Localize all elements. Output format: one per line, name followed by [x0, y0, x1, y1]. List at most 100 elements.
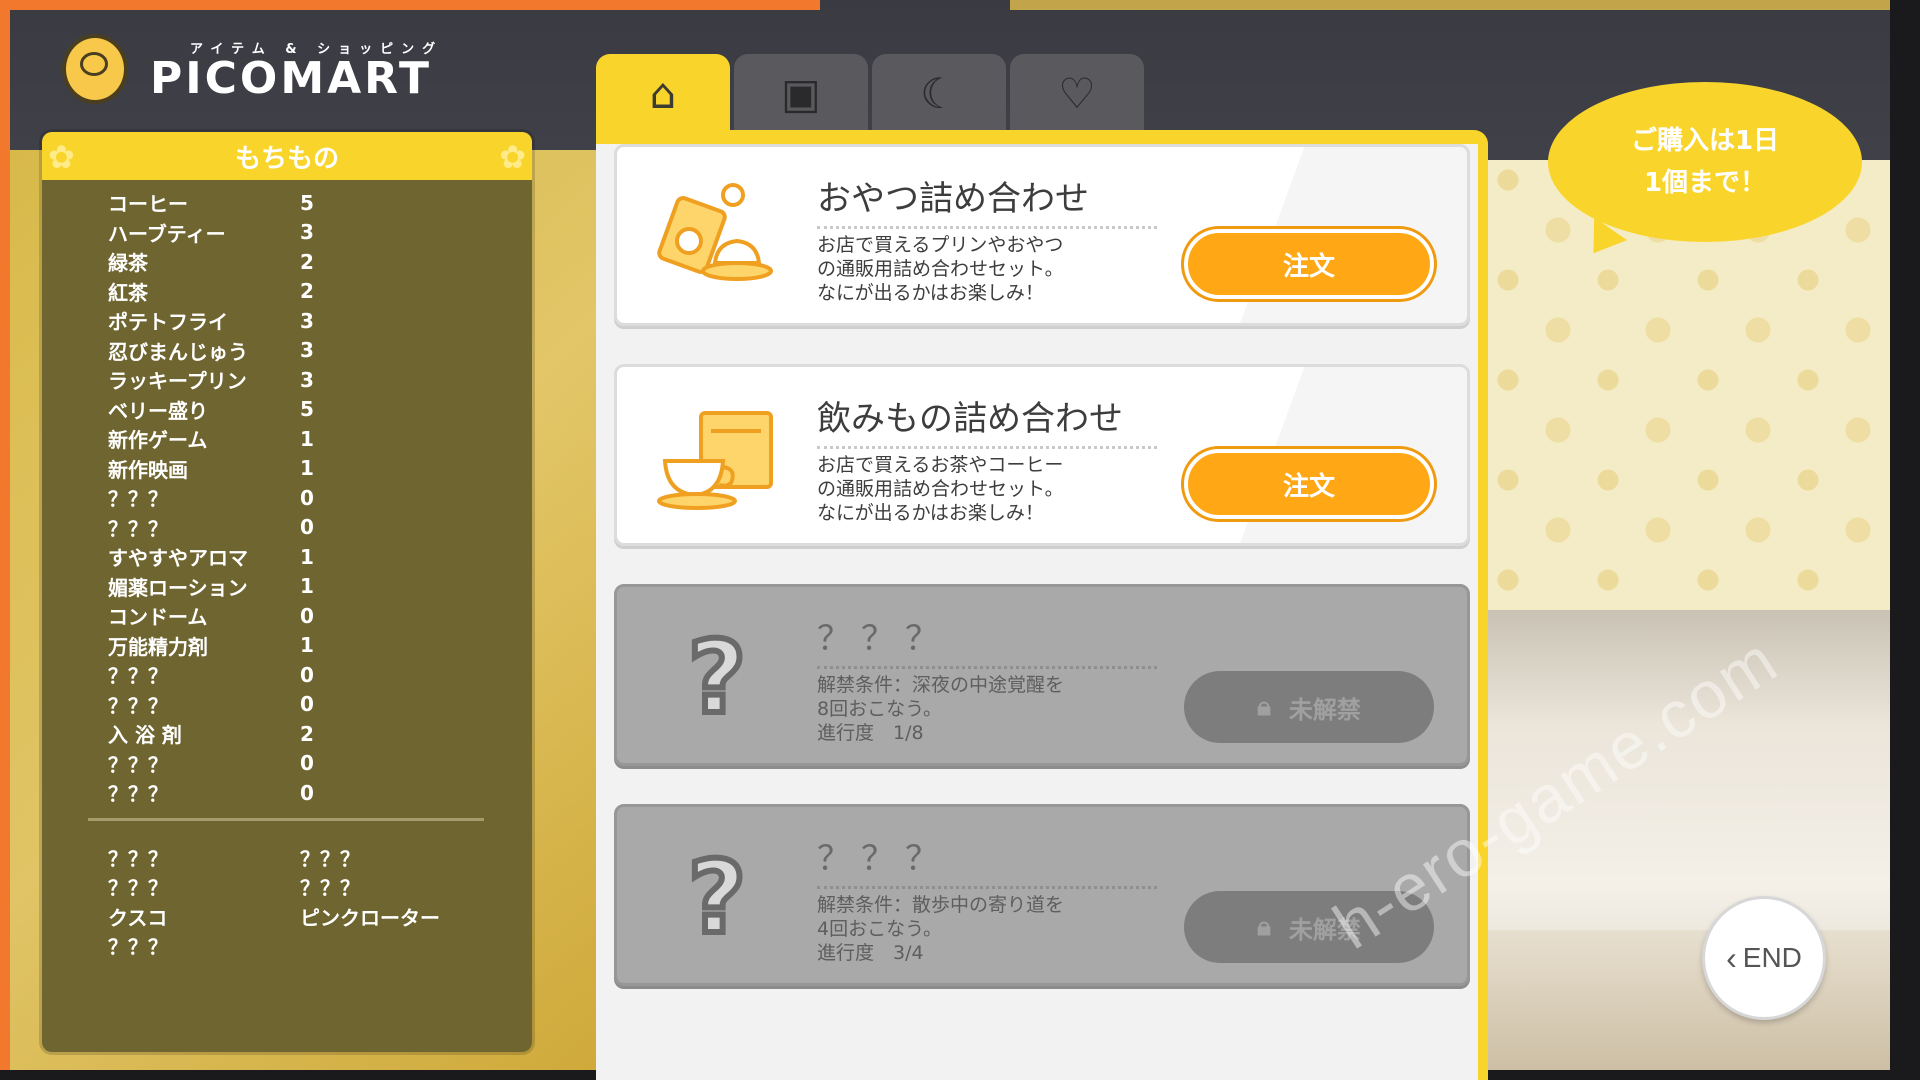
- key-item-name: ？？？: [108, 935, 168, 960]
- category-tabs: ⌂ ▣ ☾ ♡: [596, 54, 1148, 132]
- picomart-logo: アイテム & ショッピング PICOMART: [62, 34, 443, 104]
- card-description: お店で買えるプリンやおやつ の通販用詰め合わせセット。 なにが出るかはお楽しみ！: [817, 234, 1064, 304]
- card-title: ？？？: [817, 831, 1157, 889]
- item-name: ？？？: [108, 782, 168, 807]
- inventory-item: コンドーム 0: [108, 601, 532, 631]
- item-name: ハーブティー: [108, 221, 226, 246]
- order-button[interactable]: 注文: [1184, 229, 1434, 299]
- item-quantity: 0: [300, 692, 314, 717]
- moon-star-icon: ☾: [920, 68, 958, 118]
- item-quantity: 2: [300, 279, 314, 304]
- item-name: コーヒー: [108, 192, 188, 217]
- inventory-item: ポテトフライ 3: [108, 306, 532, 336]
- tab-tv[interactable]: ▣: [734, 54, 868, 132]
- tab-home[interactable]: ⌂: [596, 54, 730, 132]
- frame-edge-top: [0, 0, 820, 10]
- star-icon: ✿: [48, 138, 75, 176]
- item-name: 新作ゲーム: [108, 428, 208, 453]
- item-quantity: 5: [300, 190, 314, 215]
- item-quantity: 0: [300, 662, 314, 687]
- item-name: すやすやアロマ: [108, 546, 248, 571]
- key-item-name: ？？？: [300, 876, 360, 901]
- item-name: ？？？: [108, 664, 168, 689]
- item-quantity: 3: [300, 338, 314, 363]
- inventory-panel: ✿ もちもの ✿ コーヒー 5 ハーブティー 3 緑茶 2 紅茶 2 ポテトフライ 3 忍びまんじゅ…: [42, 132, 532, 1052]
- star-icon: ✿: [499, 138, 526, 176]
- locked-button[interactable]: 🔒︎ 未解禁: [1184, 671, 1434, 743]
- inventory-item: すやすやアロマ 1: [108, 542, 532, 572]
- key-item-name: ？？？: [108, 846, 168, 871]
- frame-edge-right: [1890, 0, 1920, 1080]
- item-name: 媚薬ローション: [108, 575, 248, 600]
- inventory-item: 媚薬ローション 1: [108, 572, 532, 602]
- item-name: 万能精力剤: [108, 634, 208, 659]
- unlock-condition: 解禁条件：深夜の中途覚醒を 8回おこなう。 進行度 1/8: [817, 674, 1065, 744]
- inventory-item: ？？？ 0: [108, 690, 532, 720]
- inventory-item: コーヒー 5: [108, 188, 532, 218]
- inventory-title: もちもの: [234, 143, 339, 174]
- card-title: おやつ詰め合わせ: [817, 171, 1157, 229]
- coffee-cup-icon: [657, 403, 777, 513]
- inventory-item: 緑茶 2: [108, 247, 532, 277]
- item-name: 新作映画: [108, 457, 188, 482]
- shop-card-locked: ? ？？？ 解禁条件：深夜の中途覚醒を 8回おこなう。 進行度 1/8 🔒︎ 未…: [614, 584, 1470, 766]
- item-quantity: 1: [300, 426, 314, 451]
- inventory-item: 万能精力剤 1: [108, 631, 532, 661]
- item-name: ベリー盛り: [108, 398, 208, 423]
- inventory-item: ？？？ 0: [108, 660, 532, 690]
- snack-bag-icon: [657, 183, 777, 293]
- item-quantity: 3: [300, 367, 314, 392]
- item-name: ？？？: [108, 516, 168, 541]
- logo-title: PICOMART: [150, 52, 433, 104]
- inventory-item: ？？？ 0: [108, 778, 532, 808]
- item-quantity: 5: [300, 397, 314, 422]
- question-mark-icon: ?: [685, 839, 749, 956]
- shop-card-snacks: おやつ詰め合わせ お店で買えるプリンやおやつ の通販用詰め合わせセット。 なにが…: [614, 144, 1470, 326]
- unlock-condition: 解禁条件：散歩中の寄り道を 4回おこなう。 進行度 3/4: [817, 894, 1065, 964]
- item-name: 入 浴 剤: [108, 723, 182, 748]
- item-quantity: 2: [300, 721, 314, 746]
- end-button[interactable]: ‹ END: [1702, 896, 1826, 1020]
- inventory-item: 新作ゲーム 1: [108, 424, 532, 454]
- item-quantity: 0: [300, 485, 314, 510]
- inventory-item: 紅茶 2: [108, 277, 532, 307]
- frame-edge-top-right: [1010, 0, 1890, 10]
- background-floor: [1488, 930, 1890, 1070]
- end-label: END: [1742, 942, 1802, 973]
- inventory-item: ？？？ 0: [108, 513, 532, 543]
- inventory-item: ？？？ 0: [108, 749, 532, 779]
- item-name: 緑茶: [108, 251, 148, 276]
- inventory-item: ベリー盛り 5: [108, 395, 532, 425]
- item-quantity: 0: [300, 780, 314, 805]
- tv-icon: ▣: [781, 68, 821, 118]
- key-item-row: ？？？: [108, 931, 532, 961]
- item-name: ？？？: [108, 487, 168, 512]
- inventory-item: ラッキープリン 3: [108, 365, 532, 395]
- item-quantity: 1: [300, 633, 314, 658]
- home-icon: ⌂: [649, 68, 677, 118]
- inventory-list: コーヒー 5 ハーブティー 3 緑茶 2 紅茶 2 ポテトフライ 3 忍びまんじゅう 3 ラッキープリン…: [42, 180, 532, 808]
- key-item-name: クスコ: [108, 905, 168, 930]
- inventory-item: 入 浴 剤 2: [108, 719, 532, 749]
- mascot-icon: [62, 34, 128, 104]
- item-name: ？？？: [108, 752, 168, 777]
- tab-moon-star[interactable]: ☾: [872, 54, 1006, 132]
- game-screen: アイテム & ショッピング PICOMART ✿ もちもの ✿ コーヒー 5 ハーブ…: [0, 0, 1920, 1080]
- hearts-icon: ♡: [1058, 68, 1096, 118]
- item-quantity: 3: [300, 308, 314, 333]
- key-item-name: ？？？: [300, 846, 360, 871]
- item-quantity: 1: [300, 544, 314, 569]
- item-quantity: 0: [300, 603, 314, 628]
- lock-icon: 🔒︎: [1257, 911, 1271, 942]
- item-quantity: 0: [300, 751, 314, 776]
- inventory-item: 忍びまんじゅう 3: [108, 336, 532, 366]
- inventory-item: 新作映画 1: [108, 454, 532, 484]
- item-name: 紅茶: [108, 280, 148, 305]
- order-button[interactable]: 注文: [1184, 449, 1434, 519]
- item-quantity: 1: [300, 574, 314, 599]
- tab-hearts[interactable]: ♡: [1010, 54, 1144, 132]
- inventory-item: ハーブティー 3: [108, 218, 532, 248]
- card-title: 飲みもの詰め合わせ: [817, 391, 1157, 449]
- shop-card-drinks: 飲みもの詰め合わせ お店で買えるお茶やコーヒー の通販用詰め合わせセット。 なに…: [614, 364, 1470, 546]
- item-name: ポテトフライ: [108, 310, 228, 335]
